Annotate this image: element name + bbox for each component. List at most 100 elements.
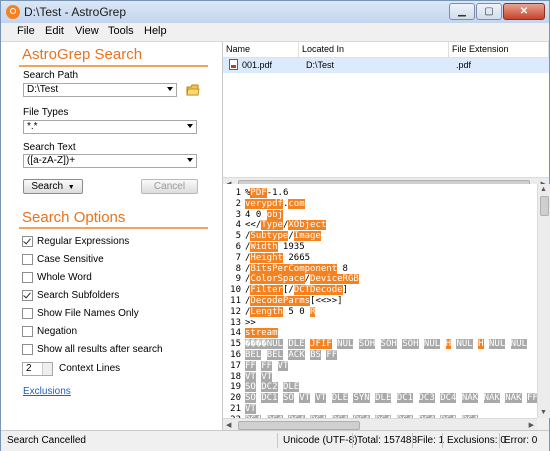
option-case-sensitive[interactable]: Case Sensitive [22,253,104,266]
control-char: SO [282,393,294,404]
file-types-combo[interactable]: *.* [23,120,197,134]
status-error: Error: 0 [504,435,538,446]
status-divider [499,433,500,448]
option-show-all-results[interactable]: Show all results after search [22,343,163,356]
line-number: 16 [230,349,241,360]
preview-text-segment: ] [342,285,348,296]
line-number: 18 [230,371,241,382]
file-types-value: *.* [27,121,38,132]
preview-line: 4 <</Type/XObject [225,220,549,231]
line-number: 9 [235,274,241,285]
search-path-combo[interactable]: D:\Test [23,83,177,97]
chevron-down-icon [167,87,173,91]
control-char: NAK [483,393,500,404]
option-whole-word[interactable]: Whole Word [22,271,92,284]
line-number: 15 [230,339,241,350]
astrogrep-logo-icon [6,5,20,19]
control-char: SYN [353,393,370,404]
checkbox-icon [22,308,33,319]
option-show-file-names-only[interactable]: Show File Names Only [22,307,139,320]
cancel-button: Cancel [141,179,198,194]
preview-line: 20 SO DC1 SO VT VT DLE SYN DLE DC1 DC3 DC… [225,393,549,404]
preview-text-segment: 1935 [277,241,305,252]
column-header-file-extension[interactable]: File Extension [449,42,549,58]
preview-line: 11/DecodeParms[<<>>] [225,295,549,307]
line-number: 11 [230,295,241,306]
dropdown-arrow-icon: ▼ [65,184,75,191]
menu-tools[interactable]: Tools [108,25,134,37]
preview-vertical-scrollbar[interactable]: ▲ ▼ [537,184,550,418]
control-char: SOH [402,339,419,350]
control-char: VT [277,360,289,371]
preview-line: 3 4 0 obj [225,209,549,221]
window-title: D:\Test - AstroGrep [24,5,127,19]
match-highlight: verypdf [245,198,283,209]
preview-text-segment [391,393,396,403]
close-icon: ✕ [519,6,529,17]
folder-browse-icon[interactable] [186,84,200,96]
scroll-down-icon[interactable]: ▼ [540,409,547,416]
maximize-button[interactable]: ▢ [476,3,502,20]
stepper-down-icon[interactable] [42,369,52,375]
option-regular-expressions[interactable]: Regular Expressions [22,235,129,248]
match-highlight: stream [245,328,278,339]
option-negation[interactable]: Negation [22,325,77,338]
preview-line: 14 stream [225,328,549,339]
control-char: DC3 [418,393,435,404]
checkbox-icon [22,290,33,301]
context-lines-stepper[interactable]: 2 [22,362,53,376]
line-number: 5 [235,231,241,242]
control-char: DC4 [440,393,457,404]
column-header-located-in[interactable]: Located In [299,42,449,58]
control-char: NUL [337,339,354,350]
scroll-thumb[interactable] [540,196,549,216]
line-number: 3 [235,209,241,220]
status-message: Search Cancelled [7,435,86,446]
status-encoding[interactable]: Unicode (UTF-8) [283,435,357,446]
scroll-up-icon[interactable]: ▲ [540,186,547,193]
menu-help[interactable]: Help [144,25,167,37]
preview-line: 8/BitsPerComponent 8 [225,263,549,275]
scroll-right-icon[interactable]: ▶ [529,421,534,429]
menu-file[interactable]: File [17,25,35,37]
match-highlight: JFIF [310,339,332,350]
match-highlight: Width [250,241,278,252]
control-char: DLE [331,393,349,404]
checkbox-icon [22,326,33,337]
minimize-icon: ▁ [458,6,466,17]
search-button[interactable]: Search ▼ [23,179,83,194]
control-char: NAK [461,393,479,404]
search-text-combo[interactable]: ([a-zA-Z])+ [23,154,197,168]
preview-line: 15 ����NUL DLE JFIF NUL SOH SOH SOH NUL H… [225,339,549,350]
preview-line: 18 VT VT [225,371,549,383]
match-highlight: Height [250,252,283,263]
exclusions-link[interactable]: Exclusions [23,386,71,397]
preview-line: 5/Subtype/Image [225,231,549,242]
line-number: 2 [235,198,241,209]
minimize-button[interactable]: ▁ [449,3,475,20]
menu-view[interactable]: View [75,25,99,37]
column-header-name[interactable]: Name [223,42,299,58]
match-highlight: Filter [250,285,283,296]
menu-edit[interactable]: Edit [45,25,64,37]
option-label: Search Subfolders [37,290,120,301]
title-bar[interactable]: D:\Test - AstroGrep ▁ ▢ ✕ [1,1,549,24]
option-label: Show all results after search [37,344,163,355]
preview-text-segment: -1.6 [266,188,289,198]
file-types-label: File Types [23,107,69,118]
line-number: 14 [230,328,241,339]
search-path-value: D:\Test [27,84,59,95]
option-search-subfolders[interactable]: Search Subfolders [22,289,119,302]
scroll-left-icon[interactable]: ◀ [226,421,231,429]
match-highlight: Image [293,231,321,242]
status-total: Total: 157488 [357,435,418,446]
control-char: BS [310,349,321,360]
line-number: 1 [235,188,241,198]
scroll-thumb[interactable] [238,421,360,430]
search-text-label: Search Text [23,142,76,153]
close-button[interactable]: ✕ [503,3,545,20]
control-char: NUL [488,339,506,350]
control-char: VT [315,393,327,404]
preview-text-segment: 5 0 [282,306,311,317]
result-location: D:\Test [306,60,335,70]
